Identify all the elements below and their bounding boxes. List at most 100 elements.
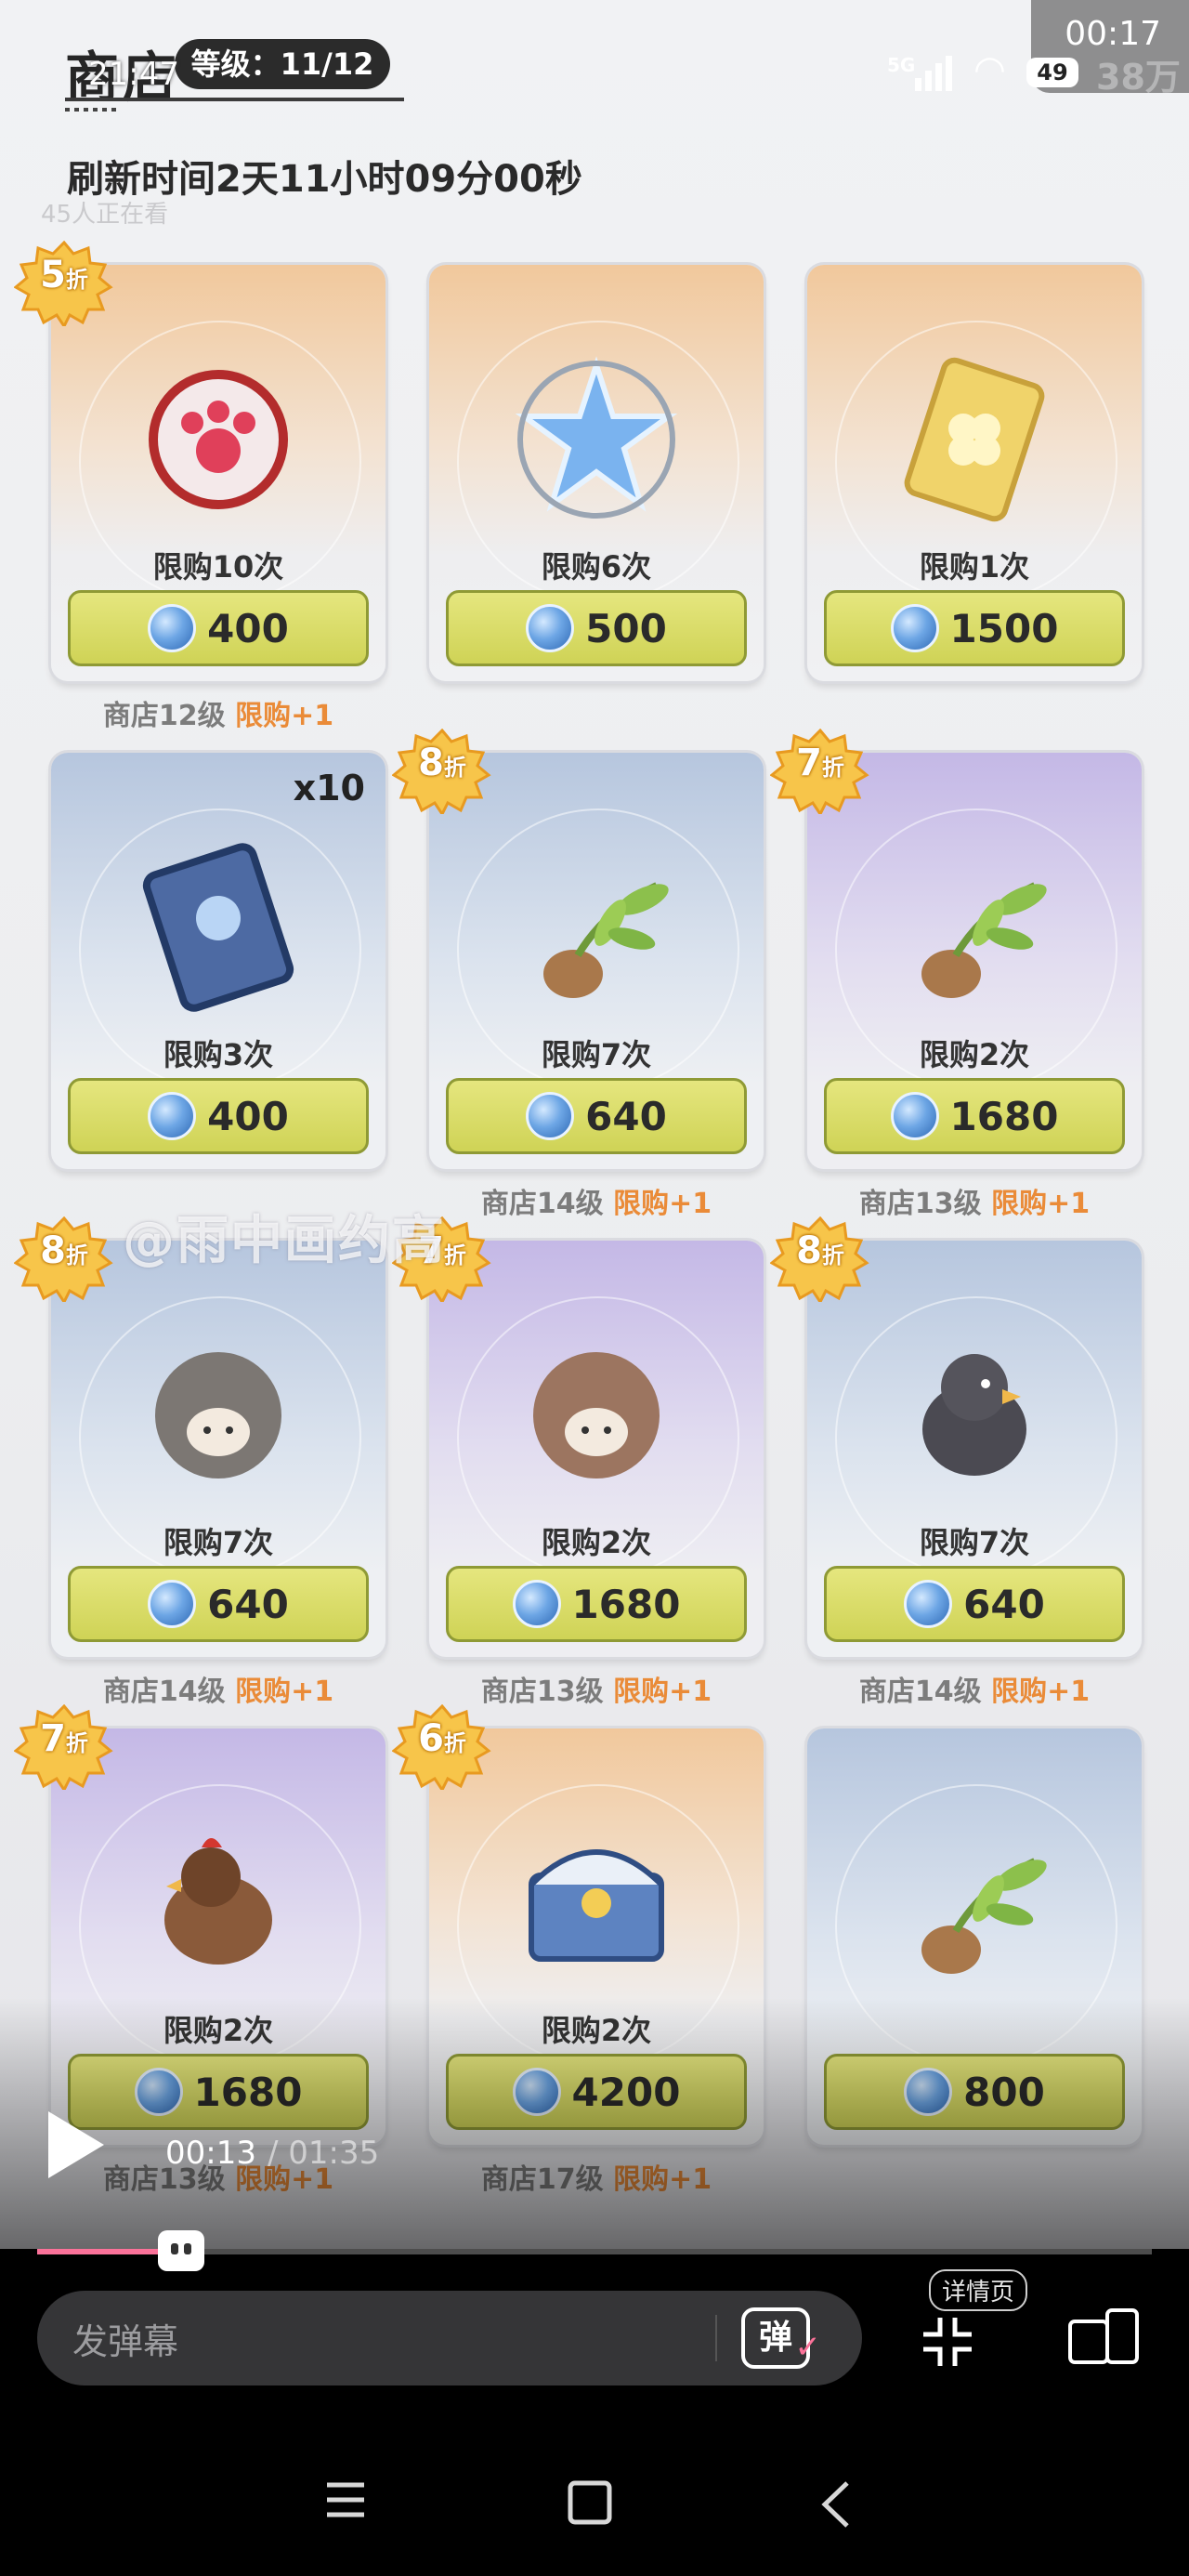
discount-text: 8折 <box>796 1229 844 1272</box>
character-card-icon <box>142 843 294 1012</box>
total-time: / 01:35 <box>268 2135 380 2172</box>
progress-handle-icon[interactable] <box>158 2230 204 2271</box>
danmu-input[interactable]: 发弹幕 弹 ✓ <box>37 2291 862 2385</box>
discount-badge: 5折 <box>13 240 114 329</box>
shop-level-note: 商店13级 限购+1 <box>480 1676 712 1708</box>
gem-coin-icon <box>526 604 575 652</box>
discount-badge: 8折 <box>13 1216 114 1305</box>
discount-text: 8折 <box>418 742 466 784</box>
home-nav-icon[interactable] <box>567 2479 613 2526</box>
gem-coin-icon <box>890 604 939 652</box>
title-dots <box>65 108 117 112</box>
detail-page-label[interactable]: 详情页 <box>929 2269 1028 2311</box>
danmu-placeholder: 发弹幕 <box>72 2320 179 2362</box>
purchase-limit: 限购7次 <box>919 1525 1030 1560</box>
purchase-limit: 限购2次 <box>541 1525 652 1560</box>
shop-level-note: 商店14级 限购+1 <box>480 1188 712 1220</box>
buy-price-button[interactable]: 640 <box>824 1566 1125 1642</box>
price-value: 640 <box>207 1581 289 1627</box>
signal-icon <box>915 54 952 91</box>
purchase-limit: 限购7次 <box>541 1037 652 1072</box>
shop-item-card[interactable]: 限购2次 1680 <box>807 753 1142 1169</box>
play-icon[interactable] <box>48 2111 104 2178</box>
shop-level-note: 商店12级 限购+1 <box>102 700 334 732</box>
sprout-icon <box>921 882 1047 998</box>
watermark-text: @雨中画约高 <box>123 1211 446 1271</box>
danmu-divider <box>715 2315 717 2361</box>
shop-item-card[interactable]: x10 限购3次 400 <box>51 753 385 1169</box>
discount-badge: 8折 <box>769 1216 870 1305</box>
title-underline <box>65 98 404 101</box>
current-time: 00:13 <box>165 2135 256 2172</box>
wifi-icon: ◠ <box>973 48 1006 91</box>
progress-track[interactable] <box>37 2249 1152 2254</box>
price-value: 1680 <box>949 1093 1059 1139</box>
ghost-text: 38万 <box>1096 57 1181 98</box>
check-icon: ✓ <box>794 2329 822 2366</box>
buy-price-button[interactable]: 1680 <box>446 1566 747 1642</box>
gem-coin-icon <box>512 1580 561 1628</box>
buy-price-button[interactable]: 640 <box>68 1566 369 1642</box>
crystal-star-icon <box>515 356 678 519</box>
gem-coin-icon <box>526 1092 575 1140</box>
clover-card-icon <box>904 357 1045 522</box>
purchase-limit: 限购1次 <box>919 549 1030 585</box>
back-nav-icon[interactable] <box>817 2479 855 2530</box>
danmu-toggle-icon[interactable]: 弹 ✓ <box>741 2307 821 2369</box>
item-quantity: x10 <box>293 768 365 808</box>
gray-sheep-icon <box>155 1352 281 1479</box>
fullscreen-icon[interactable] <box>920 2314 975 2370</box>
crow-icon <box>922 1354 1026 1476</box>
discount-text: 6折 <box>418 1717 466 1760</box>
purchase-limit: 限购10次 <box>152 549 284 585</box>
purchase-limit: 限购3次 <box>163 1037 274 1072</box>
gem-coin-icon <box>148 604 197 652</box>
network-type: 5G <box>887 54 916 76</box>
shop-item-card[interactable]: 限购7次 640 <box>51 1241 385 1657</box>
price-value: 500 <box>585 605 667 651</box>
game-screen: 商店 等级：11/12 21:47 5G ◠ 00:17 49 38万 刷新时间… <box>0 0 1189 2249</box>
buy-price-button[interactable]: 640 <box>446 1078 747 1154</box>
discount-badge: 6折 <box>391 1703 492 1793</box>
treasure-chest-icon <box>529 1849 664 1962</box>
shop-level-badge: 等级：11/12 <box>175 39 390 89</box>
shop-item-card[interactable]: 限购7次 640 <box>807 1241 1142 1657</box>
battery-icon: 49 <box>1026 58 1078 87</box>
shop-item-card[interactable]: 限购1次 1500 <box>807 265 1142 681</box>
brown-sheep-icon <box>533 1352 660 1479</box>
paw-charm-icon <box>149 370 288 509</box>
gem-coin-icon <box>890 1092 939 1140</box>
shop-item-card[interactable]: 限购6次 500 <box>429 265 764 681</box>
shop-item-card[interactable]: 限购10次 400 <box>51 265 385 681</box>
discount-badge: 8折 <box>391 728 492 817</box>
buy-price-button[interactable]: 1500 <box>824 590 1125 666</box>
danmu-icon-label: 弹 <box>758 2319 792 2357</box>
discount-text: 5折 <box>40 254 88 296</box>
buy-price-button[interactable]: 500 <box>446 590 747 666</box>
rotate-screen-icon[interactable] <box>1066 2308 1141 2368</box>
price-value: 400 <box>207 605 289 651</box>
status-clock: 00:17 <box>1065 15 1161 53</box>
shop-item-card[interactable]: 限购7次 640 <box>429 753 764 1169</box>
price-value: 1680 <box>571 1581 681 1627</box>
gem-coin-icon <box>148 1580 197 1628</box>
buy-price-button[interactable]: 1680 <box>824 1078 1125 1154</box>
shop-item-card[interactable]: 限购2次 1680 <box>429 1241 764 1657</box>
discount-text: 8折 <box>40 1229 88 1272</box>
price-value: 640 <box>963 1581 1045 1627</box>
buy-price-button[interactable]: 400 <box>68 590 369 666</box>
buy-price-button[interactable]: 400 <box>68 1078 369 1154</box>
menu-nav-icon[interactable] <box>323 2479 368 2520</box>
purchase-limit: 限购7次 <box>163 1525 274 1560</box>
shop-level-note: 商店13级 限购+1 <box>858 1188 1091 1220</box>
discount-text: 7折 <box>796 742 844 784</box>
purchase-limit: 限购2次 <box>919 1037 1030 1072</box>
discount-badge: 7折 <box>13 1703 114 1793</box>
shop-level-note: 商店14级 限购+1 <box>858 1676 1091 1708</box>
gem-coin-icon <box>904 1580 953 1628</box>
sprout-icon <box>921 1858 1047 1974</box>
shop-level-note: 商店14级 限购+1 <box>102 1676 334 1708</box>
viewer-count: 45人正在看 <box>41 201 169 229</box>
gem-coin-icon <box>148 1092 197 1140</box>
price-value: 640 <box>585 1093 667 1139</box>
